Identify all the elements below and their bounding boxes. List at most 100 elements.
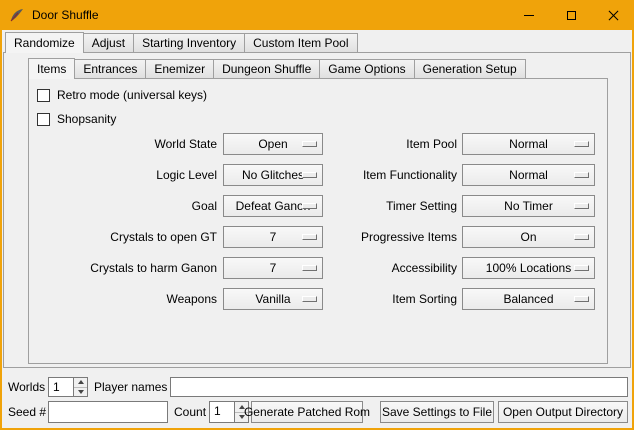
timer-setting-dropdown[interactable]: No Timer	[462, 195, 595, 217]
item-functionality-label: Item Functionality	[333, 164, 457, 186]
item-sorting-value: Balanced	[503, 292, 553, 306]
dropdown-indicator-icon	[574, 203, 589, 209]
option-row: Logic Level No Glitches Item Functionali…	[29, 164, 607, 186]
maximize-button[interactable]	[550, 0, 592, 30]
option-row: Goal Defeat Ganon Timer Setting No Timer	[29, 195, 607, 217]
world-state-dropdown[interactable]: Open	[223, 133, 323, 155]
minimize-button[interactable]	[508, 0, 550, 30]
seed-input[interactable]	[48, 401, 168, 423]
tab-game-options[interactable]: Game Options	[320, 59, 414, 79]
logic-level-label: Logic Level	[33, 164, 217, 186]
item-sorting-dropdown[interactable]: Balanced	[462, 288, 595, 310]
progressive-items-value: On	[520, 230, 536, 244]
dropdown-indicator-icon	[574, 296, 589, 302]
item-pool-label: Item Pool	[333, 133, 457, 155]
shopsanity-checkbox-row: Shopsanity	[37, 111, 116, 127]
shopsanity-label: Shopsanity	[57, 112, 116, 126]
tab-dungeon-shuffle[interactable]: Dungeon Shuffle	[214, 59, 320, 79]
crystals-gt-value: 7	[270, 230, 277, 244]
close-icon	[608, 10, 619, 21]
logic-level-value: No Glitches	[242, 168, 304, 182]
spin-up-button[interactable]	[74, 378, 87, 388]
goal-label: Goal	[33, 195, 217, 217]
worlds-spin-arrows	[73, 378, 87, 396]
tab-items[interactable]: Items	[28, 58, 75, 79]
tab-enemizer[interactable]: Enemizer	[146, 59, 214, 79]
randomize-sub-tab-bar: Items Entrances Enemizer Dungeon Shuffle…	[28, 58, 526, 79]
arrow-down-icon	[78, 390, 84, 394]
item-sorting-label: Item Sorting	[333, 288, 457, 310]
app-window: Door Shuffle Retro mode (universal keys)…	[0, 0, 634, 430]
dropdown-indicator-icon	[574, 234, 589, 240]
dropdown-indicator-icon	[302, 296, 317, 302]
tab-adjust[interactable]: Adjust	[84, 33, 134, 53]
timer-setting-value: No Timer	[504, 199, 553, 213]
item-pool-dropdown[interactable]: Normal	[462, 133, 595, 155]
generate-patched-rom-button[interactable]: Generate Patched Rom	[251, 401, 363, 423]
player-names-label: Player names	[94, 377, 167, 397]
world-state-label: World State	[33, 133, 217, 155]
dropdown-indicator-icon	[302, 234, 317, 240]
shopsanity-checkbox[interactable]	[37, 113, 50, 126]
tab-randomize[interactable]: Randomize	[5, 32, 84, 53]
crystals-gt-label: Crystals to open GT	[33, 226, 217, 248]
crystals-gt-dropdown[interactable]: 7	[223, 226, 323, 248]
crystals-ganon-dropdown[interactable]: 7	[223, 257, 323, 279]
dropdown-indicator-icon	[574, 172, 589, 178]
item-pool-value: Normal	[509, 137, 548, 151]
dropdown-indicator-icon	[302, 172, 317, 178]
retro-mode-checkbox-row: Retro mode (universal keys)	[37, 87, 207, 103]
option-row: Weapons Vanilla Item Sorting Balanced	[29, 288, 607, 310]
client-area: Retro mode (universal keys) Shopsanity W…	[2, 30, 632, 428]
close-button[interactable]	[592, 0, 634, 30]
weapons-value: Vanilla	[255, 292, 290, 306]
worlds-value: 1	[49, 378, 73, 396]
dropdown-indicator-icon	[574, 141, 589, 147]
titlebar[interactable]: Door Shuffle	[0, 0, 634, 30]
goal-value: Defeat Ganon	[236, 199, 311, 213]
minimize-icon	[524, 15, 534, 16]
tab-starting-inventory[interactable]: Starting Inventory	[134, 33, 245, 53]
progressive-items-label: Progressive Items	[333, 226, 457, 248]
worlds-spinbox[interactable]: 1	[48, 377, 88, 397]
accessibility-label: Accessibility	[333, 257, 457, 279]
item-functionality-dropdown[interactable]: Normal	[462, 164, 595, 186]
dropdown-indicator-icon	[302, 203, 317, 209]
goal-dropdown[interactable]: Defeat Ganon	[223, 195, 323, 217]
option-row: Crystals to harm Ganon 7 Accessibility 1…	[29, 257, 607, 279]
window-title: Door Shuffle	[32, 8, 99, 22]
dropdown-indicator-icon	[574, 265, 589, 271]
player-names-input[interactable]	[170, 377, 628, 397]
progressive-items-dropdown[interactable]: On	[462, 226, 595, 248]
option-row: Crystals to open GT 7 Progressive Items …	[29, 226, 607, 248]
world-state-value: Open	[258, 137, 287, 151]
tab-generation-setup[interactable]: Generation Setup	[415, 59, 526, 79]
count-label: Count	[174, 402, 206, 422]
retro-mode-checkbox[interactable]	[37, 89, 50, 102]
timer-setting-label: Timer Setting	[333, 195, 457, 217]
dropdown-indicator-icon	[302, 265, 317, 271]
tab-custom-item-pool[interactable]: Custom Item Pool	[245, 33, 357, 53]
crystals-ganon-label: Crystals to harm Ganon	[33, 257, 217, 279]
items-page: Retro mode (universal keys) Shopsanity W…	[28, 78, 608, 364]
seed-label: Seed #	[8, 402, 46, 422]
retro-mode-label: Retro mode (universal keys)	[57, 88, 207, 102]
maximize-icon	[567, 11, 576, 20]
count-value: 1	[210, 402, 234, 422]
weapons-label: Weapons	[33, 288, 217, 310]
arrow-up-icon	[78, 380, 84, 384]
window-controls	[508, 0, 634, 30]
item-functionality-value: Normal	[509, 168, 548, 182]
weapons-dropdown[interactable]: Vanilla	[223, 288, 323, 310]
dropdown-indicator-icon	[302, 141, 317, 147]
accessibility-dropdown[interactable]: 100% Locations	[462, 257, 595, 279]
tab-entrances[interactable]: Entrances	[75, 59, 146, 79]
open-output-directory-button[interactable]: Open Output Directory	[498, 401, 628, 423]
logic-level-dropdown[interactable]: No Glitches	[223, 164, 323, 186]
accessibility-value: 100% Locations	[486, 261, 571, 275]
save-settings-button[interactable]: Save Settings to File	[380, 401, 494, 423]
crystals-ganon-value: 7	[270, 261, 277, 275]
main-tab-bar: Randomize Adjust Starting Inventory Cust…	[5, 32, 358, 53]
option-row: World State Open Item Pool Normal	[29, 133, 607, 155]
spin-down-button[interactable]	[74, 388, 87, 397]
